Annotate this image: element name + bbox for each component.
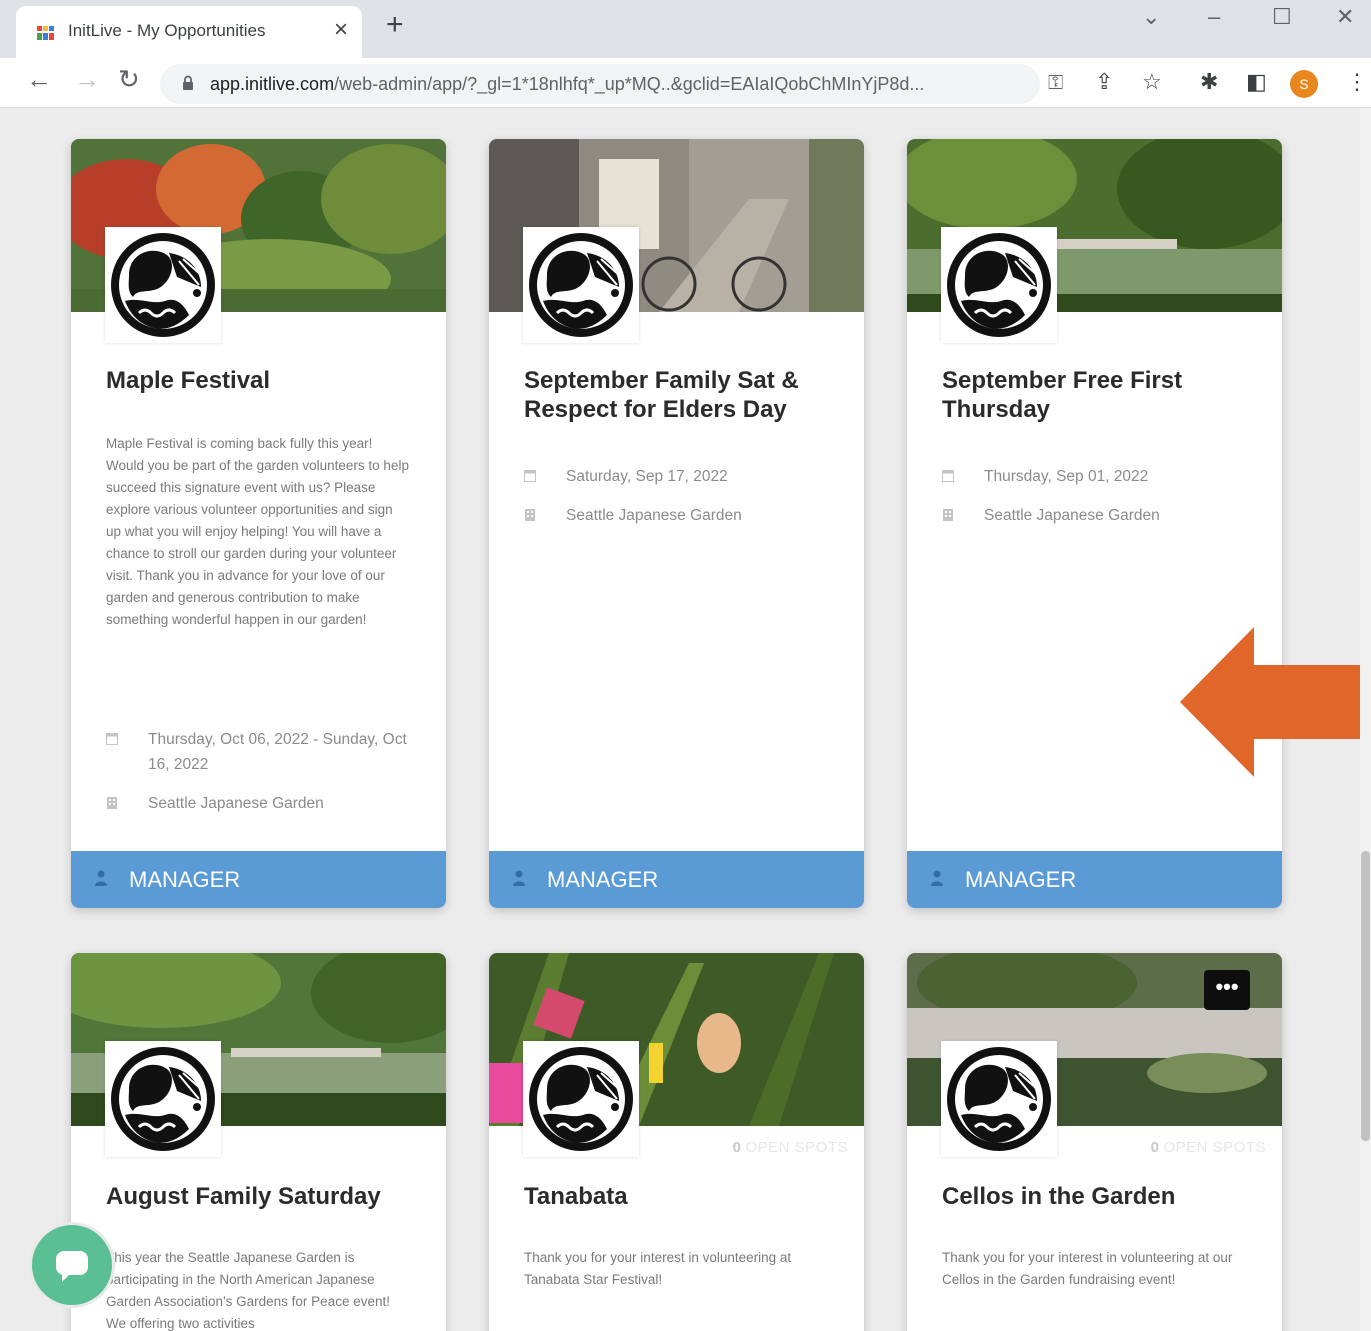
user-icon bbox=[95, 870, 107, 886]
page-scrollbar[interactable] bbox=[1360, 108, 1371, 1331]
address-bar[interactable]: app.initlive.com/web-admin/app/?_gl=1*18… bbox=[160, 64, 1063, 104]
browser-tab[interactable]: InitLive - My Opportunities × bbox=[16, 6, 362, 58]
forward-icon[interactable]: → bbox=[74, 66, 100, 92]
role-label: MANAGER bbox=[129, 867, 241, 892]
card-role-footer[interactable]: MANAGER bbox=[907, 851, 1282, 908]
card-location: Seattle Japanese Garden bbox=[148, 795, 324, 812]
url-text: app.initlive.com/web-admin/app/?_gl=1*18… bbox=[210, 74, 924, 95]
building-icon bbox=[525, 509, 535, 521]
role-label: MANAGER bbox=[547, 867, 659, 892]
annotation-arrow-icon bbox=[1180, 627, 1360, 777]
opportunity-card[interactable]: September Free First Thursday Thursday, … bbox=[907, 139, 1282, 908]
organization-logo bbox=[523, 227, 639, 343]
organization-logo bbox=[523, 1041, 639, 1157]
chat-bubble-icon bbox=[56, 1251, 88, 1282]
page-viewport: Maple Festival Maple Festival is coming … bbox=[0, 108, 1360, 1331]
maximize-icon[interactable]: ☐ bbox=[1272, 4, 1292, 30]
close-window-icon[interactable]: ✕ bbox=[1336, 4, 1354, 30]
opportunity-card[interactable]: 0 OPEN SPOTS Tanabata Thank you for your … bbox=[489, 953, 864, 1331]
card-description: Thank you for your interest in volunteer… bbox=[524, 1250, 792, 1287]
share-icon[interactable]: ⇪ bbox=[1095, 71, 1113, 93]
card-title[interactable]: September Free First Thursday bbox=[942, 366, 1262, 424]
back-icon[interactable]: ← bbox=[26, 66, 52, 92]
organization-logo bbox=[105, 1041, 221, 1157]
card-date: Saturday, Sep 17, 2022 bbox=[566, 468, 728, 485]
building-icon bbox=[107, 797, 117, 809]
browser-toolbar: ← → ↻ app.initlive.com/web-admin/app/?_g… bbox=[0, 58, 1371, 108]
card-description: This year the Seattle Japanese Garden is… bbox=[106, 1250, 390, 1331]
card-date: Thursday, Oct 06, 2022 - Sunday, Oct 16,… bbox=[148, 731, 407, 773]
card-date: Thursday, Sep 01, 2022 bbox=[984, 468, 1149, 485]
open-spots-count: 0 bbox=[732, 1139, 742, 1156]
scrollbar-thumb[interactable] bbox=[1361, 851, 1370, 1141]
open-spots-label: OPEN SPOTS bbox=[1163, 1139, 1266, 1156]
new-tab-button[interactable]: + bbox=[386, 10, 404, 40]
card-description: Thank you for your interest in volunteer… bbox=[942, 1250, 1233, 1287]
opportunity-card[interactable]: September Family Sat & Respect for Elder… bbox=[489, 139, 864, 908]
role-label: MANAGER bbox=[965, 867, 1077, 892]
key-icon[interactable]: ⚿ bbox=[1048, 72, 1063, 95]
card-title[interactable]: August Family Saturday bbox=[106, 1182, 426, 1211]
tab-close-icon[interactable]: × bbox=[334, 16, 348, 44]
profile-avatar[interactable]: S bbox=[1290, 70, 1318, 98]
user-icon bbox=[931, 870, 943, 886]
open-spots-indicator: 0 OPEN SPOTS bbox=[1151, 1139, 1266, 1156]
more-options-button[interactable]: ••• bbox=[1204, 970, 1250, 1010]
open-spots-label: OPEN SPOTS bbox=[745, 1139, 848, 1156]
menu-icon[interactable]: ⋮ bbox=[1346, 71, 1368, 93]
organization-logo bbox=[105, 227, 221, 343]
card-title[interactable]: Tanabata bbox=[524, 1182, 844, 1211]
url-domain: app.initlive.com bbox=[210, 74, 335, 94]
star-icon[interactable]: ☆ bbox=[1142, 71, 1162, 93]
calendar-icon bbox=[942, 470, 954, 482]
lock-icon bbox=[183, 75, 193, 90]
card-title[interactable]: September Family Sat & Respect for Elder… bbox=[524, 366, 844, 424]
initlive-favicon-icon bbox=[37, 26, 54, 40]
building-icon bbox=[943, 509, 953, 521]
tab-title: InitLive - My Opportunities bbox=[68, 21, 266, 40]
calendar-icon bbox=[524, 470, 536, 482]
reload-icon[interactable]: ↻ bbox=[118, 66, 140, 92]
url-path: /web-admin/app/?_gl=1*18nlhfq*_up*MQ..&g… bbox=[334, 74, 925, 94]
card-role-footer[interactable]: MANAGER bbox=[489, 851, 864, 908]
side-panel-icon[interactable]: ◧ bbox=[1246, 71, 1267, 93]
user-icon bbox=[513, 870, 525, 886]
tab-strip: InitLive - My Opportunities × + ⌄ – ☐ ✕ bbox=[0, 0, 1371, 58]
extensions-icon[interactable]: ✱ bbox=[1200, 71, 1218, 93]
tab-search-icon[interactable]: ⌄ bbox=[1142, 4, 1160, 30]
open-spots-count: 0 bbox=[1150, 1139, 1160, 1156]
chat-widget-button[interactable] bbox=[29, 1222, 115, 1308]
card-role-footer[interactable]: MANAGER bbox=[71, 851, 446, 908]
calendar-icon bbox=[106, 733, 118, 745]
organization-logo bbox=[941, 1041, 1057, 1157]
card-title[interactable]: Cellos in the Garden bbox=[942, 1182, 1262, 1211]
card-location: Seattle Japanese Garden bbox=[984, 507, 1160, 524]
minimize-icon[interactable]: – bbox=[1208, 4, 1220, 30]
card-location: Seattle Japanese Garden bbox=[566, 507, 742, 524]
opportunity-card[interactable]: August Family Saturday This year the Sea… bbox=[71, 953, 446, 1331]
card-description: Maple Festival is coming back fully this… bbox=[106, 436, 409, 627]
opportunity-card[interactable]: Maple Festival Maple Festival is coming … bbox=[71, 139, 446, 908]
card-title[interactable]: Maple Festival bbox=[106, 366, 426, 395]
open-spots-indicator: 0 OPEN SPOTS bbox=[733, 1139, 848, 1156]
organization-logo bbox=[941, 227, 1057, 343]
